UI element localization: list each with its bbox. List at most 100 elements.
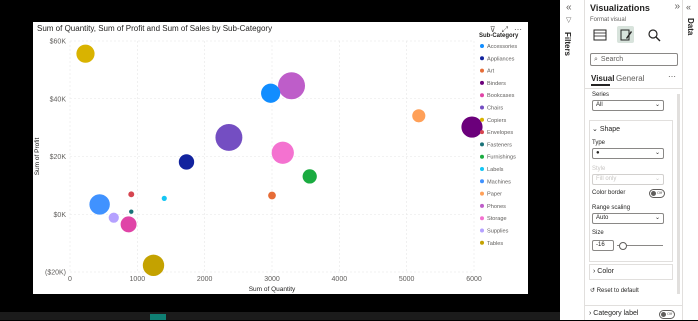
scatter-point[interactable] <box>142 254 165 277</box>
scatter-point[interactable] <box>89 194 110 215</box>
scatter-point[interactable] <box>261 83 281 103</box>
x-tick-label: 5000 <box>399 276 415 283</box>
legend-marker <box>480 93 484 98</box>
format-pane-scrollbar[interactable] <box>677 94 680 294</box>
search-placeholder: Search <box>600 56 624 63</box>
chevron-down-icon: ⌄ <box>654 102 660 108</box>
search-icon: ⌕ <box>594 55 598 63</box>
chart-title: Sum of Quantity, Sum of Profit and Sum o… <box>37 24 273 33</box>
scatter-point[interactable] <box>268 191 276 200</box>
analytics-magnifier-icon[interactable] <box>645 26 662 43</box>
range-scaling-dropdown[interactable]: Auto ⌄ <box>592 213 664 224</box>
legend-marker <box>480 130 484 135</box>
legend-item: Binders <box>487 81 506 87</box>
scatter-point[interactable] <box>278 72 306 100</box>
chevron-down-icon: ⌄ <box>654 176 660 182</box>
filter-funnel-icon: ▽ <box>566 17 572 24</box>
tabs-divider <box>585 88 682 89</box>
color-border-toggle[interactable]: Off <box>649 189 665 198</box>
scatter-point[interactable] <box>108 212 119 223</box>
search-input[interactable]: ⌕ Search <box>590 53 678 66</box>
page-tab-active[interactable] <box>150 314 166 320</box>
shape-style-label: Style <box>592 166 606 172</box>
category-label-section[interactable]: › Category label Off <box>585 305 682 321</box>
x-tick-label: 2000 <box>197 276 213 283</box>
scatter-point[interactable] <box>128 191 135 198</box>
page-tabs-bar <box>0 312 560 320</box>
legend-item: Paper <box>487 192 502 198</box>
color-section-header[interactable]: › Color <box>593 268 614 275</box>
x-axis-title: Sum of Quantity <box>249 286 296 293</box>
legend-marker <box>480 142 484 147</box>
report-canvas: $60K $40K $20K $0K ($20K) 0 1000 2000 3000 4000 50… <box>0 0 560 320</box>
legend-marker <box>480 44 484 48</box>
color-section-title: Color <box>597 268 615 275</box>
visualizations-pane: Visualizations » Format visual ⌕ Search … <box>585 0 682 320</box>
visual-header: ⊽ ⤢ ⋯ <box>490 25 522 35</box>
build-visual-icon[interactable] <box>591 26 608 43</box>
legend-item: Appliances <box>487 56 515 62</box>
legend-marker <box>480 203 484 208</box>
y-tick-label: $60K <box>50 39 67 46</box>
legend-item: Phones <box>487 204 506 210</box>
scatter-point[interactable] <box>178 154 195 170</box>
format-visual-brush-icon[interactable] <box>617 26 634 43</box>
legend-item: Copiers <box>487 118 506 124</box>
legend-item: Envelopes <box>487 130 513 136</box>
chevron-down-icon: ⌄ <box>654 215 660 221</box>
scatter-point[interactable] <box>129 209 134 214</box>
toggle-knob <box>661 312 666 317</box>
y-tick-label: $20K <box>50 154 67 161</box>
legend-item: Accessories <box>487 44 517 50</box>
chevron-down-icon: ⌄ <box>654 150 660 156</box>
scatter-chart: $60K $40K $20K $0K ($20K)0 1000 2000 3000 4000 50… <box>34 33 519 293</box>
scatter-point[interactable] <box>76 44 95 63</box>
format-visual-label: Format visual <box>590 17 627 23</box>
shape-section-title: Shape <box>599 126 621 133</box>
scatter-point[interactable] <box>461 116 483 138</box>
toggle-state: Off <box>657 190 663 195</box>
legend-marker <box>480 154 484 159</box>
scatter-visual[interactable]: $60K $40K $20K $0K ($20K) 0 1000 2000 3000 4000 50… <box>33 22 528 294</box>
shape-type-dropdown[interactable]: ● ⌄ <box>592 148 664 159</box>
shape-section-header[interactable]: ⌄ Shape <box>592 125 620 133</box>
visualizations-collapse-icon[interactable]: » <box>674 1 680 12</box>
reset-to-default-button[interactable]: ↺ Reset to default <box>590 287 639 294</box>
series-dropdown[interactable]: All ⌄ <box>592 100 664 111</box>
filters-pane-collapsed[interactable]: « ▽ Filters <box>560 0 585 320</box>
filters-label[interactable]: Filters <box>563 32 572 56</box>
size-slider-handle[interactable] <box>619 242 627 250</box>
series-label: Series <box>592 92 610 98</box>
data-pane-collapsed[interactable]: « Data <box>682 0 698 320</box>
focus-mode-icon[interactable]: ⤢ <box>502 25 508 35</box>
more-options-icon[interactable]: ⋯ <box>514 25 522 35</box>
tab-general[interactable]: General <box>616 74 644 83</box>
scatter-point[interactable] <box>215 123 243 151</box>
scatter-point[interactable] <box>271 141 294 164</box>
category-label-header[interactable]: › Category label <box>589 310 638 317</box>
scatter-point[interactable] <box>120 216 137 233</box>
scatter-point[interactable] <box>161 195 167 201</box>
data-collapse-icon[interactable]: « <box>686 2 691 12</box>
legend-marker <box>480 167 484 171</box>
x-tick-label: 3000 <box>264 276 280 283</box>
legend-marker <box>480 56 484 61</box>
x-tick-label: 0 <box>68 276 72 283</box>
y-tick-label: $40K <box>50 96 67 103</box>
color-section[interactable]: › Color <box>589 264 673 280</box>
data-label[interactable]: Data <box>686 18 695 35</box>
filter-icon[interactable]: ⊽ <box>490 25 496 35</box>
filters-collapse-icon[interactable]: « <box>566 2 572 13</box>
scatter-point[interactable] <box>412 109 426 123</box>
chevron-down-icon: ⌄ <box>592 126 600 133</box>
tab-visual[interactable]: Visual <box>591 74 614 83</box>
legend-marker <box>480 179 484 184</box>
y-tick-label: $0K <box>54 212 67 219</box>
category-label-toggle[interactable]: Off <box>659 310 675 319</box>
scatter-point[interactable] <box>302 169 317 184</box>
size-input[interactable]: -16 <box>592 240 614 251</box>
tab-more-options-icon[interactable]: ⋯ <box>668 72 676 81</box>
size-label: Size <box>592 230 604 236</box>
shape-type-value: ● <box>596 150 600 156</box>
category-label-title: Category label <box>593 310 639 317</box>
